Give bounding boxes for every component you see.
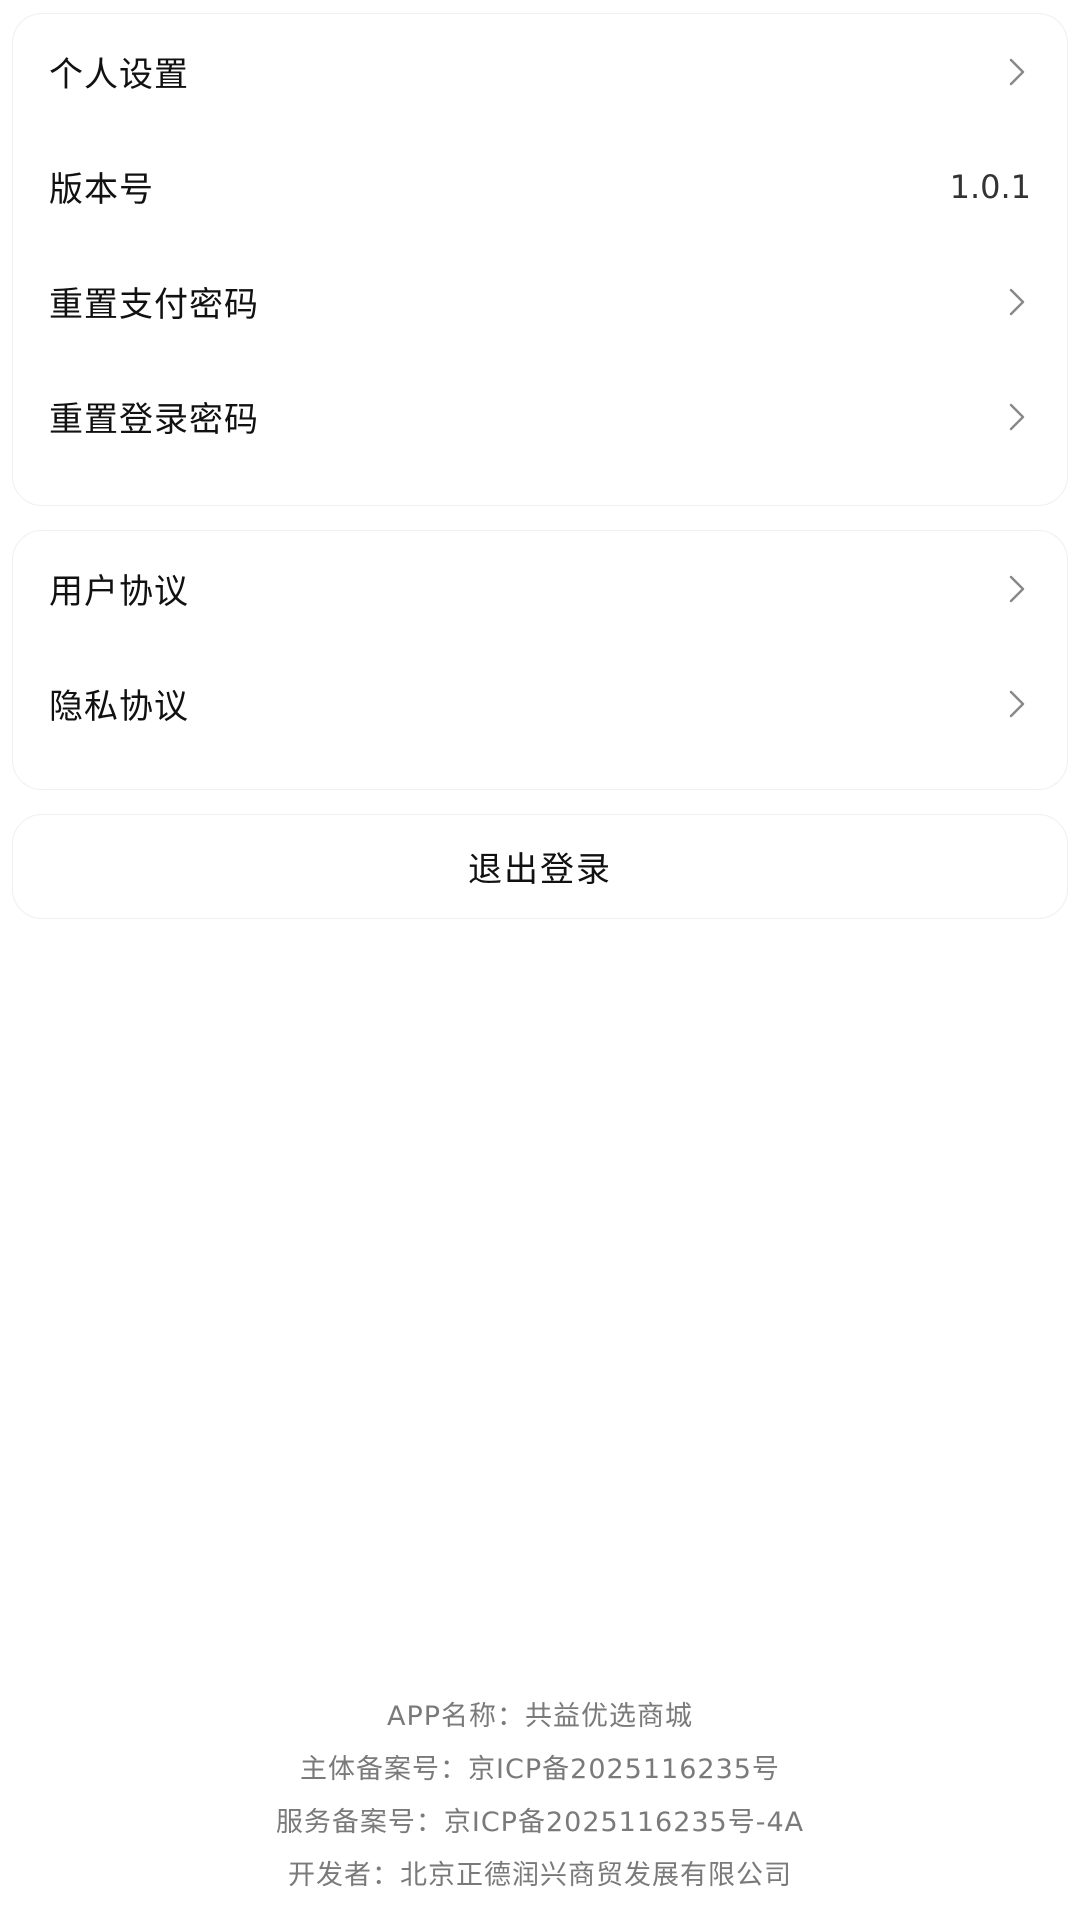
settings-page: 个人设置 版本号 1.0.1 重置支付密码 重置登录密码 用户协议 隐私协议 退… xyxy=(0,0,1080,1920)
chevron-right-icon xyxy=(1005,400,1029,434)
chevron-right-icon xyxy=(1005,572,1029,606)
personal-settings-row[interactable]: 个人设置 xyxy=(13,14,1067,129)
personal-settings-label: 个人设置 xyxy=(49,55,189,95)
entity-record-text: 主体备案号：京ICP备2025116235号 xyxy=(300,1754,780,1785)
service-record-text: 服务备案号：京ICP备2025116235号-4A xyxy=(275,1807,805,1838)
logout-label: 退出登录 xyxy=(468,850,612,890)
version-value: 1.0.1 xyxy=(949,167,1031,206)
privacy-agreement-label: 隐私协议 xyxy=(49,687,189,727)
reset-payment-password-row[interactable]: 重置支付密码 xyxy=(13,244,1067,359)
reset-login-password-label: 重置登录密码 xyxy=(49,400,259,440)
settings-card: 个人设置 版本号 1.0.1 重置支付密码 重置登录密码 xyxy=(12,13,1068,506)
footer-info: APP名称：共益优选商城 主体备案号：京ICP备2025116235号 服务备案… xyxy=(0,1690,1080,1902)
chevron-right-icon xyxy=(1005,55,1029,89)
user-agreement-label: 用户协议 xyxy=(49,572,189,612)
reset-payment-password-label: 重置支付密码 xyxy=(49,285,259,325)
reset-login-password-row[interactable]: 重置登录密码 xyxy=(13,359,1067,474)
app-name-text: APP名称：共益优选商城 xyxy=(386,1701,694,1732)
chevron-right-icon xyxy=(1005,687,1029,721)
chevron-right-icon xyxy=(1005,285,1029,319)
developer-text: 开发者：北京正德润兴商贸发展有限公司 xyxy=(288,1860,792,1891)
logout-button[interactable]: 退出登录 xyxy=(12,814,1068,919)
user-agreement-row[interactable]: 用户协议 xyxy=(13,531,1067,646)
version-row: 版本号 1.0.1 xyxy=(13,129,1067,244)
legal-card: 用户协议 隐私协议 xyxy=(12,530,1068,790)
privacy-agreement-row[interactable]: 隐私协议 xyxy=(13,646,1067,761)
version-label: 版本号 xyxy=(49,170,154,210)
